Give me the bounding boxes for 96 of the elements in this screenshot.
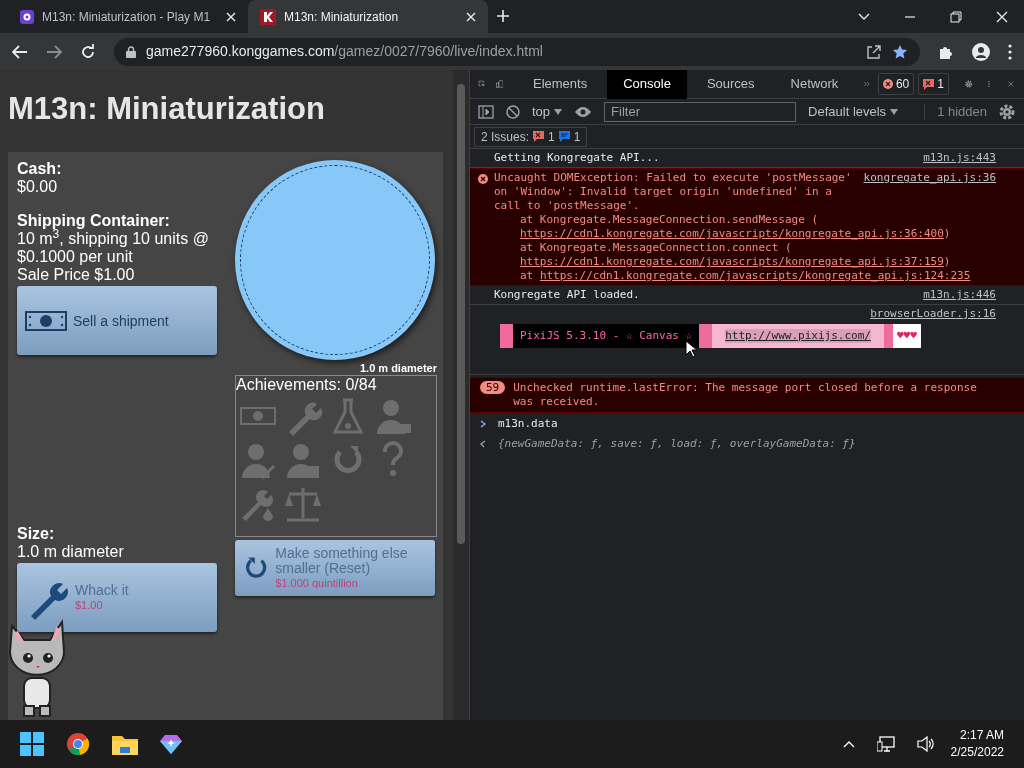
devtools-tab[interactable]: Network — [774, 69, 855, 99]
shipping-text: 10 m$^{3}$, shipping 10 units @ — [17, 230, 210, 248]
hearts: ♥♥♥ — [892, 324, 921, 348]
folder-icon[interactable] — [112, 733, 138, 755]
stack-trace-text: ) — [943, 255, 951, 269]
stack-trace-text: at Kongregate.MessageConnection.connect ( — [520, 241, 792, 255]
more-icon[interactable] — [1008, 43, 1012, 60]
stack-trace-link[interactable]: https://cdn1.kongregate.com/javascripts/kongregate_api.js:37:159 — [520, 255, 944, 269]
clock-date[interactable]: 2/25/2022 — [950, 744, 1004, 761]
clear-console-icon[interactable] — [506, 104, 520, 119]
star-icon[interactable] — [892, 43, 908, 60]
address-bar[interactable]: game277960.konggames.com/gamez/0027/7960/live/index.html — [114, 37, 920, 66]
tab-title: M13n: Miniaturization — [284, 8, 400, 26]
source-link[interactable]: m13n.js:443 — [923, 151, 996, 165]
new-tab-icon[interactable] — [496, 9, 510, 23]
share-icon[interactable] — [866, 43, 882, 60]
filter-field[interactable]: Filter — [604, 101, 797, 122]
k-logo-icon — [260, 8, 276, 25]
banner-stripe — [883, 324, 893, 348]
mouse-cursor-icon — [685, 340, 697, 358]
banner-stripe — [699, 324, 713, 348]
error-icon — [478, 174, 488, 184]
issue-icon — [533, 131, 545, 142]
stack-trace-link[interactable]: https://cdn1.kongregate.com/javascripts/kongregate_api.js:36:400 — [520, 227, 944, 241]
error-message: Uncaught DOMException: Failed to execute 'postMessage' on 'Window': Invalid target origin 'undefined' in a call to 'postMessage'. — [494, 171, 853, 213]
money-icon — [25, 310, 67, 331]
shipping-label: Shipping Container: — [17, 212, 171, 229]
chevron-up-icon[interactable] — [842, 740, 855, 748]
chrome-icon[interactable] — [66, 732, 90, 756]
diameter-caption: 1.0 m diameter — [358, 362, 437, 375]
gem-icon[interactable] — [160, 734, 182, 754]
settings-icon[interactable] — [999, 103, 1015, 120]
browser-tab[interactable]: M13n: Miniaturization - Play M1 — [8, 0, 248, 33]
error-icon — [882, 79, 893, 89]
context-dropdown[interactable]: top — [532, 101, 563, 122]
pixijs-banner: PixiJS 5.3.10 - ☆ Canvas ☆ — [513, 324, 700, 348]
cash-value: $0.00 — [17, 178, 59, 196]
windows-start-icon[interactable] — [20, 732, 44, 756]
tab-title: M13n: Miniaturization - Play M1 — [42, 8, 212, 26]
url-text: game277960.konggames.com/gamez/0027/7960/live/index.html — [146, 42, 543, 61]
sidebar-icon[interactable] — [478, 104, 494, 119]
network-icon[interactable] — [876, 736, 895, 752]
profile-icon[interactable] — [972, 42, 990, 61]
console-message: Kongregate API loaded. — [494, 288, 640, 302]
stack-trace-link[interactable]: https://cdn1.kongregate.com/javascripts/kongregate_api.js:124:235 — [539, 269, 971, 283]
lock-icon — [126, 45, 136, 58]
back-icon[interactable] — [12, 44, 28, 59]
close-icon[interactable] — [226, 11, 236, 22]
hidden-count: 1 hidden — [937, 102, 987, 121]
stack-trace-text: ) — [943, 227, 951, 241]
app-logo-icon — [20, 9, 34, 24]
cash-label: Cash: — [17, 160, 63, 178]
error-count-badge[interactable]: 60 — [877, 73, 915, 95]
devtools-tab[interactable]: Sources — [690, 69, 771, 99]
browser-tab[interactable]: M13n: Miniaturization — [248, 0, 488, 33]
issue-icon — [923, 78, 935, 90]
forward-icon[interactable] — [46, 44, 62, 59]
stack-trace-text: at Kongregate.MessageConnection.sendMessage ( — [520, 213, 818, 227]
restore-icon[interactable] — [950, 10, 962, 23]
eye-icon[interactable] — [574, 105, 593, 118]
dropdown-arrow-icon — [554, 108, 563, 115]
shipping-text: Sale Price $1.00 — [17, 266, 136, 284]
issues-button[interactable]: 2 Issues: 1 1 — [474, 126, 588, 147]
clock-time[interactable]: 2:17 AM — [959, 727, 1004, 744]
banner-stripe — [500, 324, 513, 348]
repeat-count-badge[interactable]: 59 — [480, 381, 506, 394]
warning-message: Unchecked runtime.lastError: The message port closed before a response was received. — [513, 381, 978, 409]
console-message: Getting Kongregate API... — [494, 151, 660, 165]
issue-count-badge[interactable]: 1 — [918, 73, 949, 95]
pixijs-link[interactable]: http://www.pixijs.com/ — [725, 329, 871, 343]
more-tabs-icon[interactable] — [864, 79, 870, 89]
sell-shipment-button[interactable]: Sell a shipment — [17, 286, 217, 355]
info-issue-icon — [558, 131, 570, 142]
close-icon[interactable] — [466, 11, 476, 22]
stack-trace-text: at — [520, 269, 535, 283]
levels-dropdown[interactable]: Default levels — [808, 101, 899, 122]
size-label: Size: — [17, 525, 56, 543]
console-command: m13n.data — [498, 417, 558, 431]
close-icon[interactable] — [996, 10, 1008, 23]
console-output: {newGameData: ƒ, save: ƒ, load: ƒ, overlayGameData: ƒ} — [498, 437, 856, 451]
size-value: 1.0 m diameter — [17, 543, 125, 561]
result-chevron-icon — [480, 440, 486, 448]
shipping-text: $0.1000 per unit — [17, 248, 134, 266]
source-link[interactable]: browserLoader.js:16 — [870, 307, 996, 321]
dropdown-arrow-icon — [890, 108, 899, 115]
scrollbar[interactable] — [453, 70, 469, 720]
reload-icon[interactable] — [80, 43, 96, 60]
game-title: M13n: Miniaturization — [8, 90, 326, 128]
speaker-icon[interactable] — [916, 736, 935, 752]
devtools-tab[interactable]: Elements — [517, 69, 604, 99]
chevron-down-icon[interactable] — [858, 12, 870, 21]
source-link[interactable]: kongregate_api.js:36 — [863, 171, 996, 213]
devtools-tab[interactable]: Console — [607, 69, 687, 99]
achievements-title: Achievements: 0/84 — [236, 376, 378, 394]
prompt-chevron-icon — [480, 420, 486, 428]
source-link[interactable]: m13n.js:446 — [923, 288, 996, 302]
